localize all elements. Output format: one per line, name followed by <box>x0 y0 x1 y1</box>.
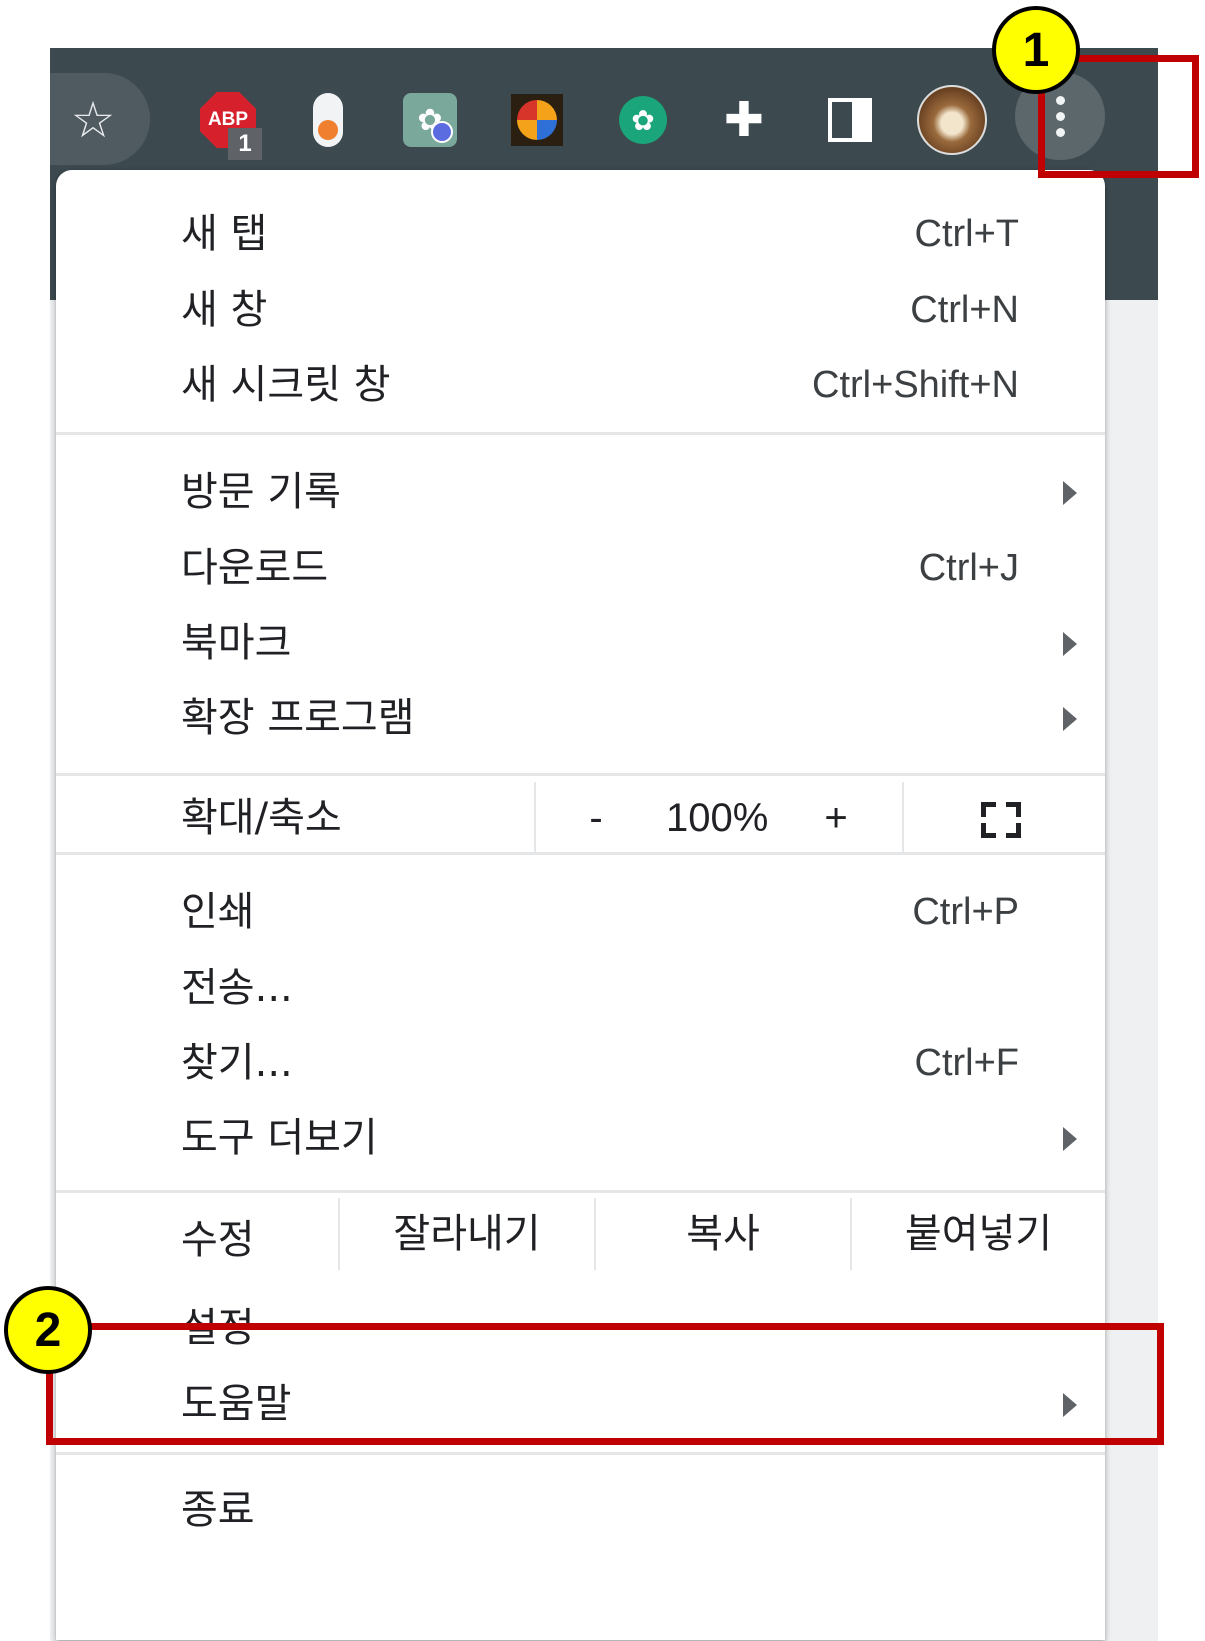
toggle-extension-icon[interactable] <box>308 90 348 150</box>
menu-item-print[interactable]: 인쇄 Ctrl+P <box>56 876 1105 948</box>
menu-item-find[interactable]: 찾기... Ctrl+F <box>56 1027 1105 1099</box>
zoom-in-button[interactable]: + <box>806 782 866 854</box>
menu-item-history[interactable]: 방문 기록 <box>56 456 1105 528</box>
step-badge-1: 1 <box>992 6 1080 94</box>
menu-item-label: 찾기... <box>181 1040 293 1086</box>
paste-button[interactable]: 붙여넣기 <box>852 1198 1105 1270</box>
menu-item-extensions[interactable]: 확장 프로그램 <box>56 682 1105 754</box>
highlight-box-settings <box>46 1323 1164 1445</box>
profile-avatar[interactable] <box>917 85 987 155</box>
menu-zoom-row: 확대/축소 - 100% + <box>56 782 1105 854</box>
zoom-divider <box>534 782 536 854</box>
zoom-out-button[interactable]: - <box>566 782 626 854</box>
menu-item-shortcut: Ctrl+N <box>910 289 1019 331</box>
menu-item-exit[interactable]: 종료 <box>56 1474 1105 1546</box>
menu-divider <box>56 432 1105 435</box>
menu-divider <box>56 1190 1105 1193</box>
menu-item-new-window[interactable]: 새 창 Ctrl+N <box>56 274 1105 346</box>
edit-label: 수정 <box>181 1217 255 1263</box>
menu-item-label: 방문 기록 <box>181 469 341 515</box>
extensions-puzzle-icon[interactable]: ✚ <box>716 90 772 150</box>
adblock-plus-icon[interactable]: ABP 1 <box>198 90 262 160</box>
menu-item-label: 확장 프로그램 <box>181 695 415 741</box>
cut-button[interactable]: 잘라내기 <box>340 1198 594 1270</box>
submenu-arrow-icon <box>1063 1127 1077 1151</box>
menu-item-cast[interactable]: 전송... <box>56 952 1105 1024</box>
zoom-level: 100% <box>666 796 769 840</box>
menu-item-shortcut: Ctrl+P <box>912 891 1019 933</box>
fullscreen-icon[interactable] <box>981 802 1021 838</box>
menu-item-shortcut: Ctrl+T <box>914 213 1020 255</box>
menu-item-shortcut: Ctrl+F <box>914 1042 1020 1084</box>
zoom-divider <box>902 782 904 854</box>
menu-item-label: 다운로드 <box>181 545 329 591</box>
menu-edit-row: 수정 잘라내기 복사 붙여넣기 <box>56 1198 1105 1270</box>
menu-item-label: 북마크 <box>181 620 292 666</box>
menu-item-new-incognito-window[interactable]: 새 시크릿 창 Ctrl+Shift+N <box>56 349 1105 421</box>
menu-item-label: 새 시크릿 창 <box>181 362 391 408</box>
menu-divider <box>56 773 1105 776</box>
copy-button[interactable]: 복사 <box>596 1198 850 1270</box>
menu-item-more-tools[interactable]: 도구 더보기 <box>56 1102 1105 1174</box>
menu-item-label: 새 탭 <box>181 211 268 257</box>
menu-item-label: 새 창 <box>181 287 268 333</box>
submenu-arrow-icon <box>1063 632 1077 656</box>
menu-item-label: 인쇄 <box>181 889 255 935</box>
openai-extension-icon[interactable]: ✿ <box>402 90 458 150</box>
menu-divider <box>56 1452 1105 1455</box>
step-badge-2: 2 <box>4 1286 92 1374</box>
menu-item-label: 종료 <box>181 1487 255 1533</box>
menu-item-label: 도구 더보기 <box>181 1115 378 1161</box>
menu-item-downloads[interactable]: 다운로드 Ctrl+J <box>56 532 1105 604</box>
side-panel-icon[interactable] <box>822 90 878 150</box>
brain-extension-icon[interactable] <box>508 90 566 150</box>
abp-count-badge: 1 <box>228 128 262 160</box>
menu-item-shortcut: Ctrl+J <box>918 547 1019 589</box>
menu-divider <box>56 852 1105 855</box>
menu-item-bookmarks[interactable]: 북마크 <box>56 607 1105 679</box>
chatgpt-extension-icon[interactable]: ✿ <box>614 90 672 150</box>
submenu-arrow-icon <box>1063 481 1077 505</box>
zoom-label: 확대/축소 <box>181 795 342 841</box>
menu-item-label: 전송... <box>181 965 293 1011</box>
submenu-arrow-icon <box>1063 707 1077 731</box>
menu-item-shortcut: Ctrl+Shift+N <box>812 364 1019 406</box>
bookmark-star-icon[interactable]: ☆ <box>60 90 126 150</box>
menu-item-new-tab[interactable]: 새 탭 Ctrl+T <box>56 198 1105 270</box>
